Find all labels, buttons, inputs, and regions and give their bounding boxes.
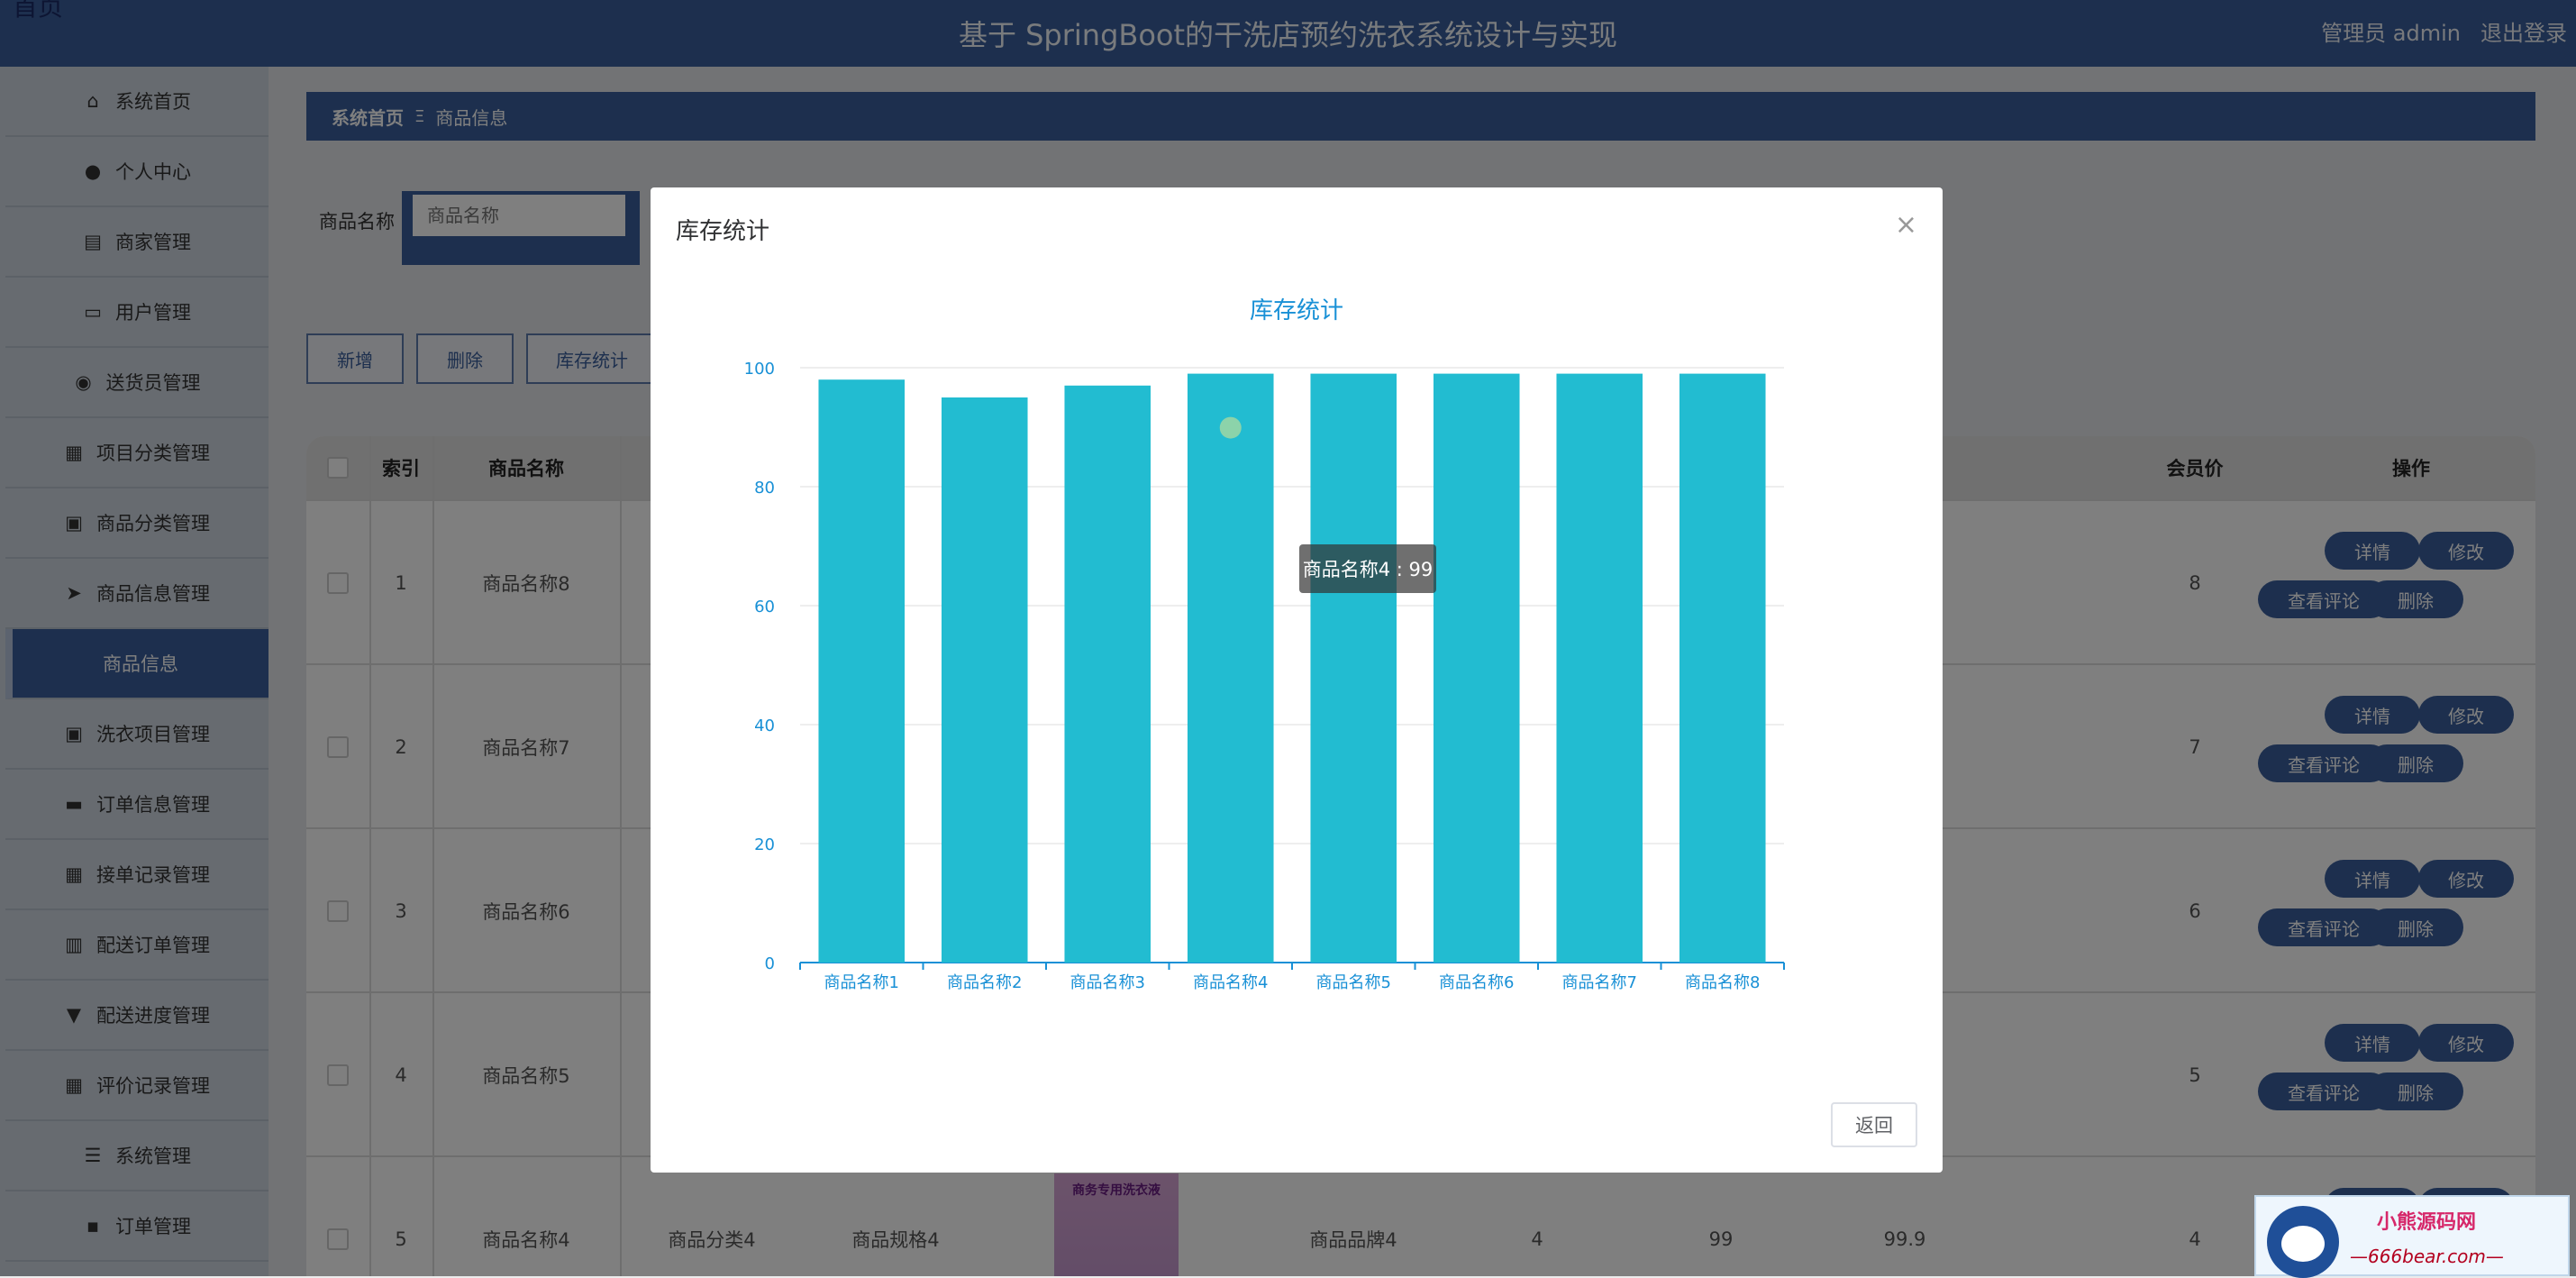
y-tick-label: 20 bbox=[754, 835, 775, 854]
y-tick-label: 40 bbox=[754, 717, 775, 735]
x-tick-label: 商品名称7 bbox=[1562, 973, 1637, 992]
x-tick-label: 商品名称1 bbox=[824, 973, 899, 992]
x-tick-label: 商品名称3 bbox=[1070, 973, 1145, 992]
x-tick-label: 商品名称8 bbox=[1685, 973, 1760, 992]
y-tick-label: 80 bbox=[754, 479, 775, 498]
stock-stats-dialog: 库存统计 × 库存统计 0 20 40 60 80 100 商品名称1 商品名称2 商品名称3 商… bbox=[651, 187, 1943, 1173]
x-tick-label: 商品名称5 bbox=[1316, 973, 1391, 992]
y-tick-label: 0 bbox=[765, 954, 775, 973]
watermark-line1: 小熊源码网 bbox=[2377, 1211, 2477, 1234]
x-tick-label: 商品名称4 bbox=[1193, 973, 1268, 992]
x-tick-label: 商品名称6 bbox=[1439, 973, 1514, 992]
bar[interactable] bbox=[1310, 373, 1397, 963]
bar[interactable] bbox=[1556, 373, 1643, 963]
bar[interactable] bbox=[1064, 385, 1151, 963]
x-tick-label: 商品名称2 bbox=[947, 973, 1022, 992]
y-tick-label: 60 bbox=[754, 598, 775, 616]
bear-logo-icon bbox=[2267, 1206, 2339, 1278]
bar[interactable] bbox=[941, 397, 1028, 963]
watermark-line2: —666bear.com— bbox=[2350, 1246, 2504, 1267]
bar[interactable] bbox=[818, 379, 906, 963]
back-button[interactable]: 返回 bbox=[1831, 1102, 1917, 1147]
bar[interactable] bbox=[1433, 373, 1520, 963]
chart-tooltip: 商品名称4 : 99 bbox=[1299, 544, 1436, 593]
bar[interactable] bbox=[1187, 373, 1274, 963]
stock-bar-chart: 0 20 40 60 80 100 商品名称1 商品名称2 商品名称3 商品名称4 商品名称5 商品名… bbox=[744, 360, 1785, 992]
cursor-icon bbox=[1219, 416, 1242, 439]
y-tick-label: 100 bbox=[744, 360, 775, 379]
bar[interactable] bbox=[1679, 373, 1766, 963]
watermark-logo: 小熊源码网 —666bear.com— bbox=[2254, 1195, 2570, 1278]
